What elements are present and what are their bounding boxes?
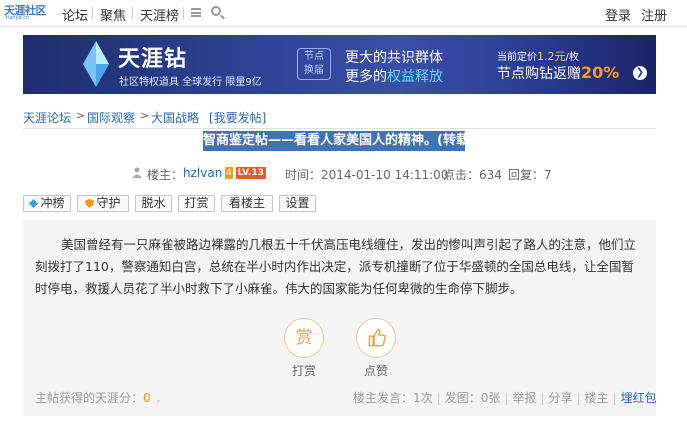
reward-label: 打赏 xyxy=(292,364,317,378)
banner-promo: 节点购钻返赠20% xyxy=(497,63,620,82)
tuoshui-button[interactable]: 脱水 xyxy=(135,195,172,212)
user-icon xyxy=(132,167,142,178)
diamond-icon xyxy=(29,199,39,208)
search-icon[interactable] xyxy=(211,6,221,16)
nav-divider xyxy=(132,7,133,19)
banner-price: 当前定价1.2元/枚 xyxy=(497,50,579,63)
banner-line-2: 更多的权益释放 xyxy=(345,69,443,85)
nav-divider xyxy=(183,7,184,19)
site-logo[interactable]: 天涯社区 tianya.cn xyxy=(4,2,56,22)
red-packet-link[interactable]: 埋红包 xyxy=(621,391,657,405)
banner-badge: 节点 换届 xyxy=(297,48,331,80)
report-link[interactable]: 举报 xyxy=(512,391,536,405)
dashang-button[interactable]: 打赏 xyxy=(178,195,215,212)
banner-title: 天涯钻 xyxy=(118,47,188,72)
like-label: 点赞 xyxy=(364,364,389,378)
post-stats-links: 楼主发言：1次 | 发图：0张 | 举报 | 分享 | 楼主 | 埋红包 xyxy=(353,391,657,405)
breadcrumb-separator: > xyxy=(76,109,86,122)
shouhu-button[interactable]: 守护 xyxy=(77,195,129,212)
post-body: 美国曾经有一只麻雀被路边裸露的几根五十千伏高压电线缠住，发出的惨叫声引起了路人的… xyxy=(35,237,637,296)
owner-link[interactable]: 楼主 xyxy=(585,391,609,405)
ad-banner[interactable]: 天涯钻 社区特权道具 全球发行 限量9亿 节点 换届 更大的共识群体 更多的权益… xyxy=(23,35,656,94)
level-badge: 4 LV.13 xyxy=(225,167,266,179)
breadcrumb-forum[interactable]: 天涯论坛 xyxy=(23,109,71,126)
click-count: 点击：634 xyxy=(443,168,502,182)
author-link[interactable]: hzlvan xyxy=(183,166,222,180)
nav-link-forum[interactable]: 论坛 xyxy=(62,5,88,24)
owner-posts: 楼主发言：1次 xyxy=(353,391,433,405)
share-link[interactable]: 分享 xyxy=(548,391,572,405)
nav-link-rankings[interactable]: 天涯榜 xyxy=(140,5,179,24)
banner-line-1: 更大的共识群体 xyxy=(345,50,443,66)
top-nav: 天涯社区 tianya.cn 论坛 聚焦 天涯榜 登录 注册 xyxy=(0,0,687,27)
earned-label: 主帖获得的天涯分：0 ⌄ xyxy=(35,391,163,405)
shield-icon xyxy=(85,199,95,208)
reply-count: 回复：7 xyxy=(508,168,552,182)
arrow-right-icon[interactable]: ❯ xyxy=(633,66,647,80)
new-post-link[interactable]: [我要发帖] xyxy=(209,109,266,126)
view-owner-button[interactable]: 看楼主 xyxy=(221,195,273,212)
register-link[interactable]: 注册 xyxy=(641,5,667,24)
banner-subtitle: 社区特权道具 全球发行 限量9亿 xyxy=(119,77,262,88)
post-time: 时间：2014-01-10 14:11:00 xyxy=(285,168,449,182)
menu-icon[interactable] xyxy=(191,8,201,17)
nav-divider xyxy=(92,7,93,19)
divider xyxy=(23,128,656,129)
reward-button[interactable]: 赏 xyxy=(284,318,324,358)
thumbs-up-icon xyxy=(368,328,386,347)
breadcrumb-separator: > xyxy=(140,109,150,122)
diamond-icon xyxy=(83,41,109,87)
chongbang-button[interactable]: 冲榜 xyxy=(23,195,71,212)
owner-label: 楼主： xyxy=(147,168,184,182)
login-link[interactable]: 登录 xyxy=(605,5,631,24)
breadcrumb-intl[interactable]: 国际观察 xyxy=(87,109,135,126)
image-count: 发图：0张 xyxy=(444,391,501,405)
nav-link-focus[interactable]: 聚焦 xyxy=(100,5,126,24)
like-button[interactable] xyxy=(356,318,396,358)
breadcrumb-strategy[interactable]: 大国战略 xyxy=(151,109,199,126)
settings-button[interactable]: 设置 xyxy=(279,195,316,212)
post-title: 智商鉴定帖——看看人家美国人的精神。(转载) xyxy=(203,131,475,151)
